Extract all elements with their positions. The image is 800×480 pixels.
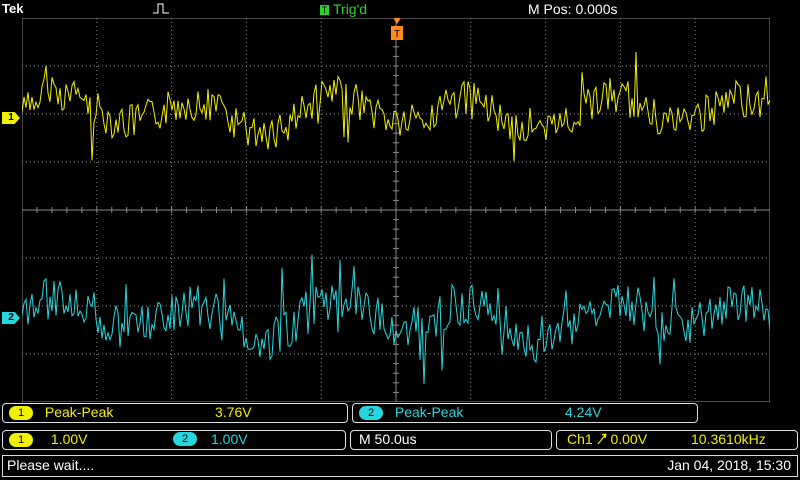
- trigger-status-label: Trig'd: [333, 1, 368, 17]
- ch1-badge: 1: [9, 406, 33, 420]
- horizontal-position: M Pos: 0.000s: [528, 1, 618, 17]
- measurement-ch1-panel[interactable]: 1 Peak-Peak 3.76V: [2, 403, 348, 423]
- trigger-source: Ch1: [567, 431, 593, 447]
- measurement-ch2-panel[interactable]: 2 Peak-Peak 4.24V: [352, 403, 698, 423]
- rising-edge-icon: [597, 433, 607, 445]
- timebase: M 50.0us: [359, 431, 417, 447]
- status-message: Please wait....: [7, 457, 95, 473]
- trigger-status: T Trig'd: [320, 1, 367, 17]
- trigger-badge: T: [320, 5, 329, 15]
- measurement-ch1-type: Peak-Peak: [44, 404, 114, 420]
- brand-label: Tek: [2, 1, 24, 16]
- svg-text:T: T: [394, 29, 400, 40]
- status-bar: Please wait.... Jan 04, 2018, 15:30: [2, 455, 798, 477]
- vertical-scale-panel[interactable]: 1 1.00V 2 1.00V: [2, 430, 346, 450]
- top-status-bar: Tek T Trig'd M Pos: 0.000s: [0, 0, 800, 18]
- ch1-scale-badge: 1: [9, 433, 33, 447]
- ch1-ground-marker[interactable]: 1: [2, 112, 20, 124]
- ch2-badge: 2: [359, 406, 383, 420]
- ch2-ground-marker[interactable]: 2: [2, 312, 20, 324]
- trigger-edge-icon: [153, 3, 169, 14]
- measurement-ch2-value: 4.24V: [565, 404, 602, 420]
- trigger-panel[interactable]: Ch1 0.00V 10.3610kHz: [556, 430, 798, 450]
- trigger-level: 0.00V: [610, 431, 648, 447]
- ch1-scale: 1.00V: [50, 431, 88, 447]
- ch2-scale: 1.00V: [211, 431, 248, 447]
- waveform-display: T: [22, 18, 770, 402]
- status-datetime: Jan 04, 2018, 15:30: [667, 457, 791, 473]
- ch2-scale-badge: 2: [173, 432, 197, 446]
- measurement-ch1-value: 3.76V: [215, 404, 252, 420]
- measurement-ch2-type: Peak-Peak: [394, 404, 464, 420]
- trigger-position-marker: T: [391, 18, 403, 40]
- trigger-frequency: 10.3610kHz: [691, 431, 766, 447]
- graticule: [22, 18, 770, 402]
- timebase-panel[interactable]: M 50.0us: [350, 430, 552, 450]
